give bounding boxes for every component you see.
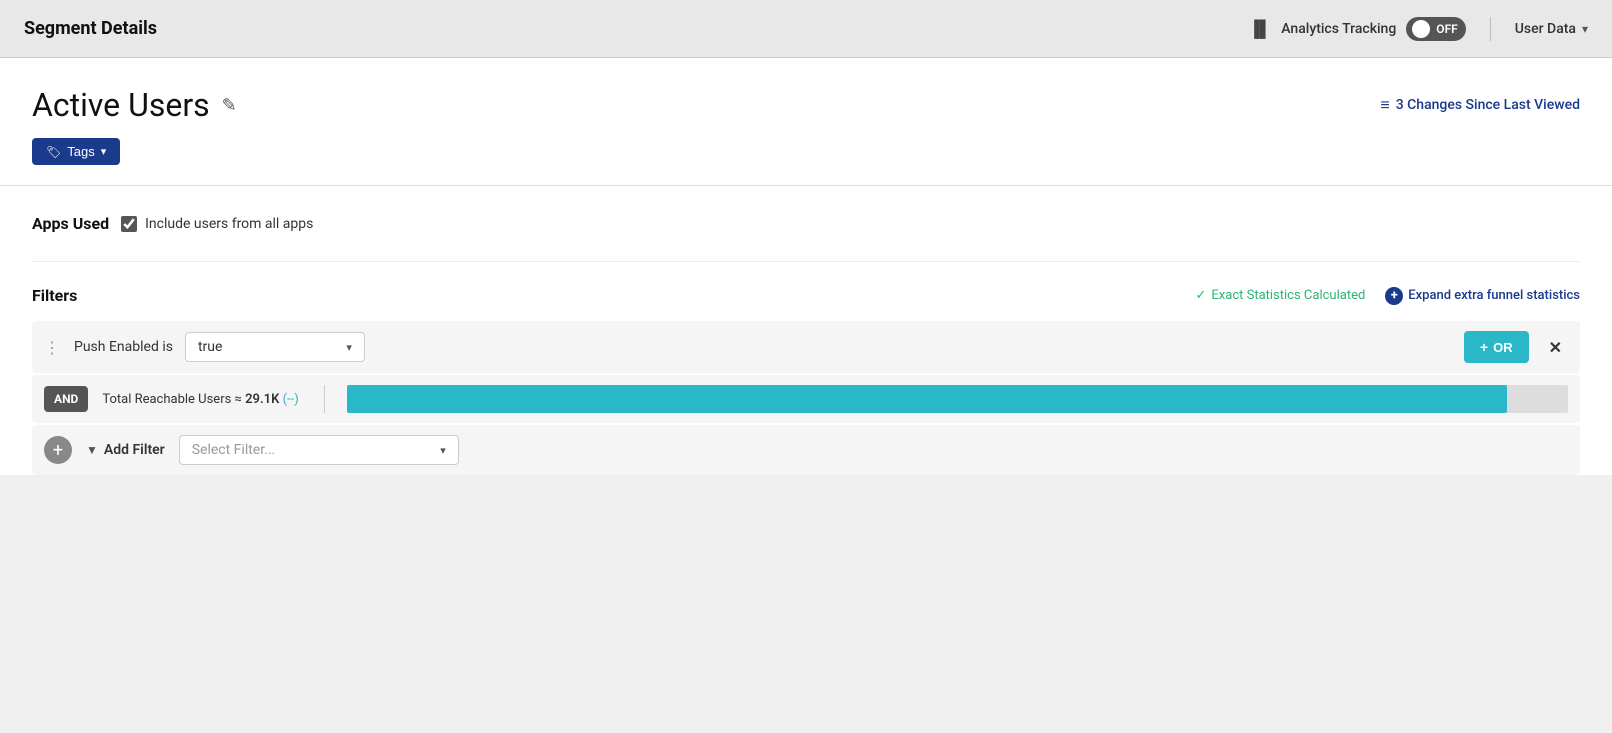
plus-icon: + <box>53 440 63 461</box>
add-filter-label: ▼ Add Filter <box>86 442 165 458</box>
user-data-label: User Data <box>1515 21 1576 37</box>
select-filter-placeholder: Select Filter... <box>192 442 275 458</box>
select-chevron-icon: ▾ <box>346 341 352 354</box>
bar-divider <box>324 385 325 413</box>
check-icon: ✓ <box>1196 288 1207 303</box>
header-right: ▐▌ Analytics Tracking OFF User Data ▾ <box>1249 17 1588 41</box>
and-statistics-row: AND Total Reachable Users ≈ 29.1K (--) <box>32 375 1580 423</box>
select-filter-dropdown[interactable]: Select Filter... ▾ <box>179 435 459 465</box>
analytics-toggle[interactable]: OFF <box>1406 17 1465 41</box>
expand-funnel-label: Expand extra funnel statistics <box>1408 288 1580 303</box>
filter-value-select[interactable]: true ▾ <box>185 332 365 362</box>
filter-row-content: Push Enabled is true ▾ <box>74 332 1450 362</box>
filters-header: Filters ✓ Exact Statistics Calculated + … <box>32 286 1580 305</box>
exact-stats-indicator: ✓ Exact Statistics Calculated <box>1196 288 1366 303</box>
toggle-circle <box>1412 20 1430 38</box>
apps-used-section: Apps Used Include users from all apps <box>32 186 1580 262</box>
edit-icon[interactable]: ✎ <box>222 95 237 116</box>
add-filter-plus-button[interactable]: + <box>44 436 72 464</box>
expand-funnel-button[interactable]: + Expand extra funnel statistics <box>1385 287 1580 305</box>
analytics-icon: ▐▌ <box>1249 19 1272 39</box>
page-title: Segment Details <box>24 18 157 39</box>
include-all-apps-label: Include users from all apps <box>145 216 313 232</box>
filter-label: Push Enabled is <box>74 339 173 355</box>
filters-section: Filters ✓ Exact Statistics Calculated + … <box>32 262 1580 475</box>
segment-title: Active Users <box>32 86 210 124</box>
changes-since-last-viewed-link[interactable]: ≡ 3 Changes Since Last Viewed <box>1380 95 1580 115</box>
include-all-apps-row: Include users from all apps <box>121 216 313 232</box>
push-enabled-filter-row: ⋮ Push Enabled is true ▾ + OR ✕ <box>32 321 1580 373</box>
main-content: Active Users ✎ ≡ 3 Changes Since Last Vi… <box>0 58 1612 475</box>
include-all-apps-checkbox[interactable] <box>121 216 137 232</box>
filter-funnel-icon: ▼ <box>86 443 98 457</box>
or-label: OR <box>1493 340 1513 355</box>
drag-handle-icon[interactable]: ⋮ <box>44 338 60 357</box>
select-filter-chevron-icon: ▾ <box>440 444 446 457</box>
and-badge: AND <box>44 386 88 412</box>
reachable-progress-bar <box>347 385 1568 413</box>
or-plus-icon: + <box>1480 339 1488 355</box>
header: Segment Details ▐▌ Analytics Tracking OF… <box>0 0 1612 58</box>
add-filter-text: Add Filter <box>104 442 165 458</box>
remove-filter-button[interactable]: ✕ <box>1543 334 1568 361</box>
exact-stats-label: Exact Statistics Calculated <box>1211 288 1365 303</box>
add-filter-row: + ▼ Add Filter Select Filter... ▾ <box>32 425 1580 475</box>
filters-right: ✓ Exact Statistics Calculated + Expand e… <box>1196 287 1581 305</box>
tags-label: Tags <box>67 144 94 159</box>
filters-title: Filters <box>32 286 77 305</box>
apps-used-label: Apps Used <box>32 214 109 233</box>
title-row: Active Users ✎ ≡ 3 Changes Since Last Vi… <box>32 86 1580 124</box>
analytics-label: Analytics Tracking <box>1281 21 1396 37</box>
tags-button[interactable]: 🏷 Tags ▾ <box>32 138 120 165</box>
tag-icon: 🏷 <box>46 145 61 159</box>
tags-chevron-icon: ▾ <box>101 145 107 158</box>
progress-bar-fill <box>347 385 1507 413</box>
changes-list-icon: ≡ <box>1380 95 1389 115</box>
user-data-dropdown[interactable]: User Data ▾ <box>1491 21 1588 37</box>
filter-value: true <box>198 339 222 355</box>
reachable-dash: (--) <box>283 392 299 407</box>
title-left: Active Users ✎ <box>32 86 237 124</box>
or-button[interactable]: + OR <box>1464 331 1529 363</box>
analytics-tracking-section: ▐▌ Analytics Tracking OFF <box>1249 17 1491 41</box>
user-data-chevron-icon: ▾ <box>1582 22 1588 36</box>
changes-text: 3 Changes Since Last Viewed <box>1396 97 1580 113</box>
reachable-count: 29.1K <box>245 392 279 407</box>
toggle-label: OFF <box>1436 22 1459 36</box>
reachable-users-text: Total Reachable Users ≈ 29.1K (--) <box>102 392 302 407</box>
expand-plus-icon: + <box>1385 287 1403 305</box>
